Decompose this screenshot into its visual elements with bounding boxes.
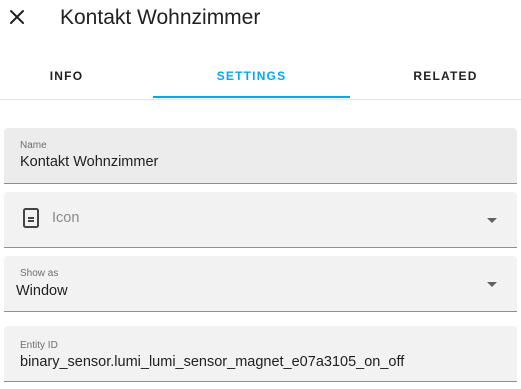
dialog-title: Kontakt Wohnzimmer	[60, 6, 261, 29]
tab-settings[interactable]: SETTINGS	[153, 54, 350, 98]
entity-id-value[interactable]: binary_sensor.lumi_lumi_sensor_magnet_e0…	[20, 354, 404, 370]
show-as-label: Show as	[20, 268, 59, 279]
show-as-value: Window	[16, 283, 68, 299]
active-tab-indicator	[153, 96, 350, 98]
name-field-label: Name	[20, 140, 47, 151]
icon-picker-placeholder: Icon	[52, 210, 80, 226]
icon-picker[interactable]: Icon	[4, 192, 517, 248]
close-icon	[10, 10, 24, 24]
dialog-header: Kontakt Wohnzimmer	[0, 0, 521, 44]
chevron-down-icon[interactable]	[487, 282, 497, 287]
entity-id-field[interactable]: Entity ID binary_sensor.lumi_lumi_sensor…	[4, 326, 517, 382]
tabs-divider	[0, 99, 521, 100]
entity-id-label: Entity ID	[20, 340, 58, 351]
door-sensor-icon	[23, 208, 39, 228]
close-button[interactable]	[6, 6, 28, 28]
name-field[interactable]: Name Kontakt Wohnzimmer	[4, 128, 517, 184]
tab-bar: INFO SETTINGS RELATED	[0, 54, 521, 100]
chevron-down-icon[interactable]	[487, 218, 497, 223]
name-field-value[interactable]: Kontakt Wohnzimmer	[20, 154, 158, 170]
show-as-select[interactable]: Show as Window	[4, 256, 517, 312]
tab-related[interactable]: RELATED	[370, 54, 521, 98]
tab-info[interactable]: INFO	[0, 54, 133, 98]
